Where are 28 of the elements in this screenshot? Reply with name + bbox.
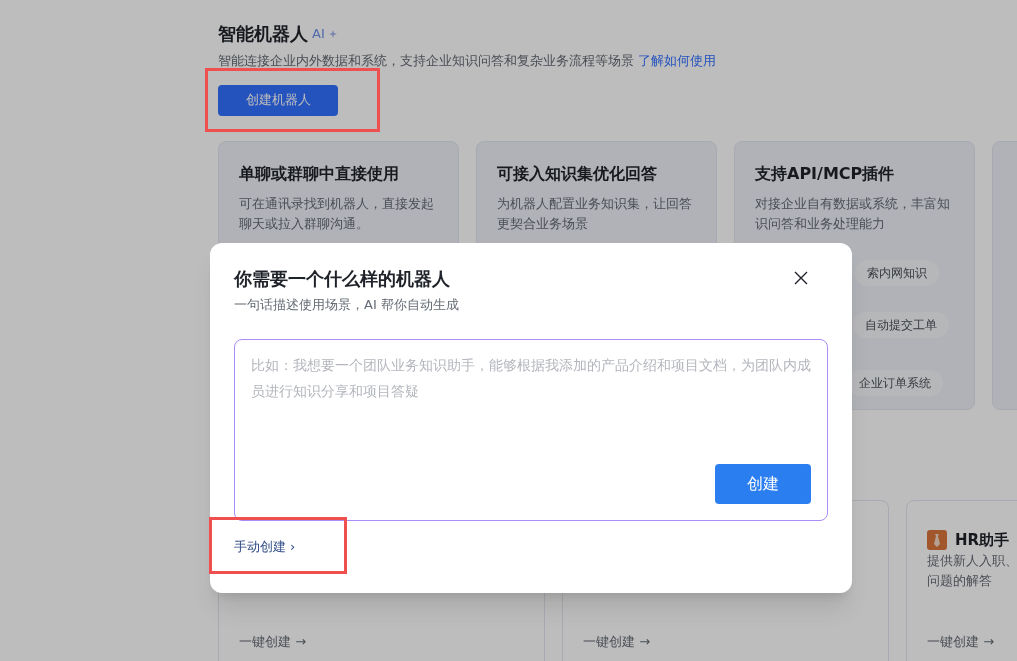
feature-description: 可在通讯录找到机器人，直接发起聊天或拉入群聊沟通。 bbox=[239, 194, 435, 233]
feature-chip: 自动提交工单 bbox=[853, 311, 949, 338]
feature-description: 为机器人配置业务知识集，让回答更契合业务场景 bbox=[497, 194, 693, 233]
feature-chip: 索内网知识 bbox=[855, 259, 939, 286]
close-icon bbox=[794, 271, 808, 285]
feature-title: 可接入知识集优化回答 bbox=[497, 162, 658, 185]
manual-create-link[interactable]: 手动创建 › bbox=[234, 536, 296, 556]
page-description: 智能连接企业内外数据和系统，支持企业知识问答和复杂业务流程等场景 bbox=[218, 52, 634, 70]
ai-label: AI bbox=[312, 24, 325, 43]
feature-title: 支持API/MCP插件 bbox=[755, 162, 896, 185]
generate-button[interactable]: 创建 bbox=[715, 463, 811, 504]
one-click-create-link[interactable]: 一键创建 → bbox=[583, 633, 651, 649]
prompt-field[interactable]: 比如：我想要一个团队业务知识助手，能够根据我添加的产品介绍和项目文档，为团队内成员进行知识分享和项目答疑 创建 bbox=[234, 338, 828, 521]
learn-link[interactable]: 了解如何使用 bbox=[638, 51, 716, 71]
one-click-create-link[interactable]: 一键创建 → bbox=[239, 633, 307, 649]
dialog-title: 你需要一个什么样的机器人 bbox=[234, 267, 451, 291]
one-click-create-link[interactable]: 一键创建 → bbox=[927, 633, 995, 649]
dialog-subtitle: 一句话描述使用场景，AI 帮你自动生成 bbox=[234, 296, 459, 314]
sparkle-icon bbox=[328, 29, 337, 38]
page-title: 智能机器人 bbox=[218, 22, 308, 46]
feature-title: 单聊或群聊中直接使用 bbox=[239, 162, 400, 185]
feature-description: 对接企业自有数据或系统，丰富知识问答和业务处理能力 bbox=[755, 194, 951, 233]
template-description: 提供新人入职、 bbox=[927, 552, 1017, 570]
tie-icon bbox=[927, 529, 947, 550]
close-button[interactable] bbox=[794, 271, 808, 285]
template-description: 问题的解答 bbox=[927, 572, 993, 590]
create-bot-button[interactable]: 创建机器人 bbox=[218, 84, 338, 116]
template-title: HR助手 bbox=[955, 529, 1010, 551]
